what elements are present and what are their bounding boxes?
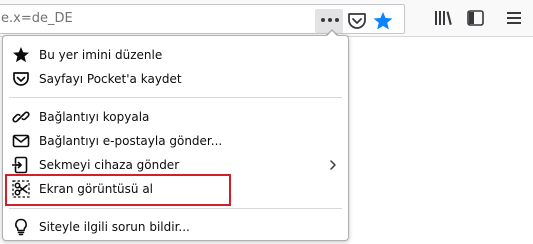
menu-item-edit-bookmark[interactable]: Bu yer imini düzenle <box>3 43 348 67</box>
menu-item-report-site-issue[interactable]: Siteyle ilgili sorun bildir... <box>3 215 348 239</box>
panel-arrow-fill <box>326 31 338 37</box>
menu-item-email-link[interactable]: Bağlantıyı e-postayla gönder... <box>3 129 348 153</box>
star-filled-icon[interactable] <box>372 11 394 31</box>
envelope-icon <box>12 134 30 148</box>
ellipsis-icon <box>321 18 339 23</box>
menu-separator <box>9 97 342 98</box>
menu-item-label: Bağlantıyı kopyala <box>39 110 150 124</box>
menu-item-label: Bu yer imini düzenle <box>39 48 163 62</box>
link-icon <box>12 111 30 123</box>
menu-item-label: Sekmeyi cihaza gönder <box>39 158 180 172</box>
lightbulb-icon <box>15 218 27 236</box>
send-to-device-icon <box>12 156 28 174</box>
url-text[interactable]: e.x=de_DE <box>1 11 73 26</box>
pocket-icon[interactable] <box>347 12 367 30</box>
navigation-toolbar: e.x=de_DE <box>0 0 533 37</box>
page-actions-menu: Bu yer imini düzenle Sayfayı Pocket'a ka… <box>2 35 349 241</box>
menu-item-label: Siteyle ilgili sorun bildir... <box>39 220 190 234</box>
library-icon[interactable] <box>434 9 452 27</box>
menu-item-label: Bağlantıyı e-postayla gönder... <box>39 134 223 148</box>
menu-item-copy-link[interactable]: Bağlantıyı kopyala <box>3 105 348 129</box>
hamburger-menu-icon[interactable] <box>506 10 522 26</box>
menu-separator <box>9 208 342 209</box>
chevron-right-icon <box>330 160 336 170</box>
menu-item-save-to-pocket[interactable]: Sayfayı Pocket'a kaydet <box>3 67 348 91</box>
sidebar-icon[interactable] <box>467 10 484 26</box>
url-bar[interactable]: e.x=de_DE <box>0 4 405 34</box>
pocket-icon <box>13 72 29 86</box>
menu-item-label: Sayfayı Pocket'a kaydet <box>39 72 182 86</box>
highlight-box <box>5 174 231 206</box>
star-filled-icon <box>13 47 29 63</box>
